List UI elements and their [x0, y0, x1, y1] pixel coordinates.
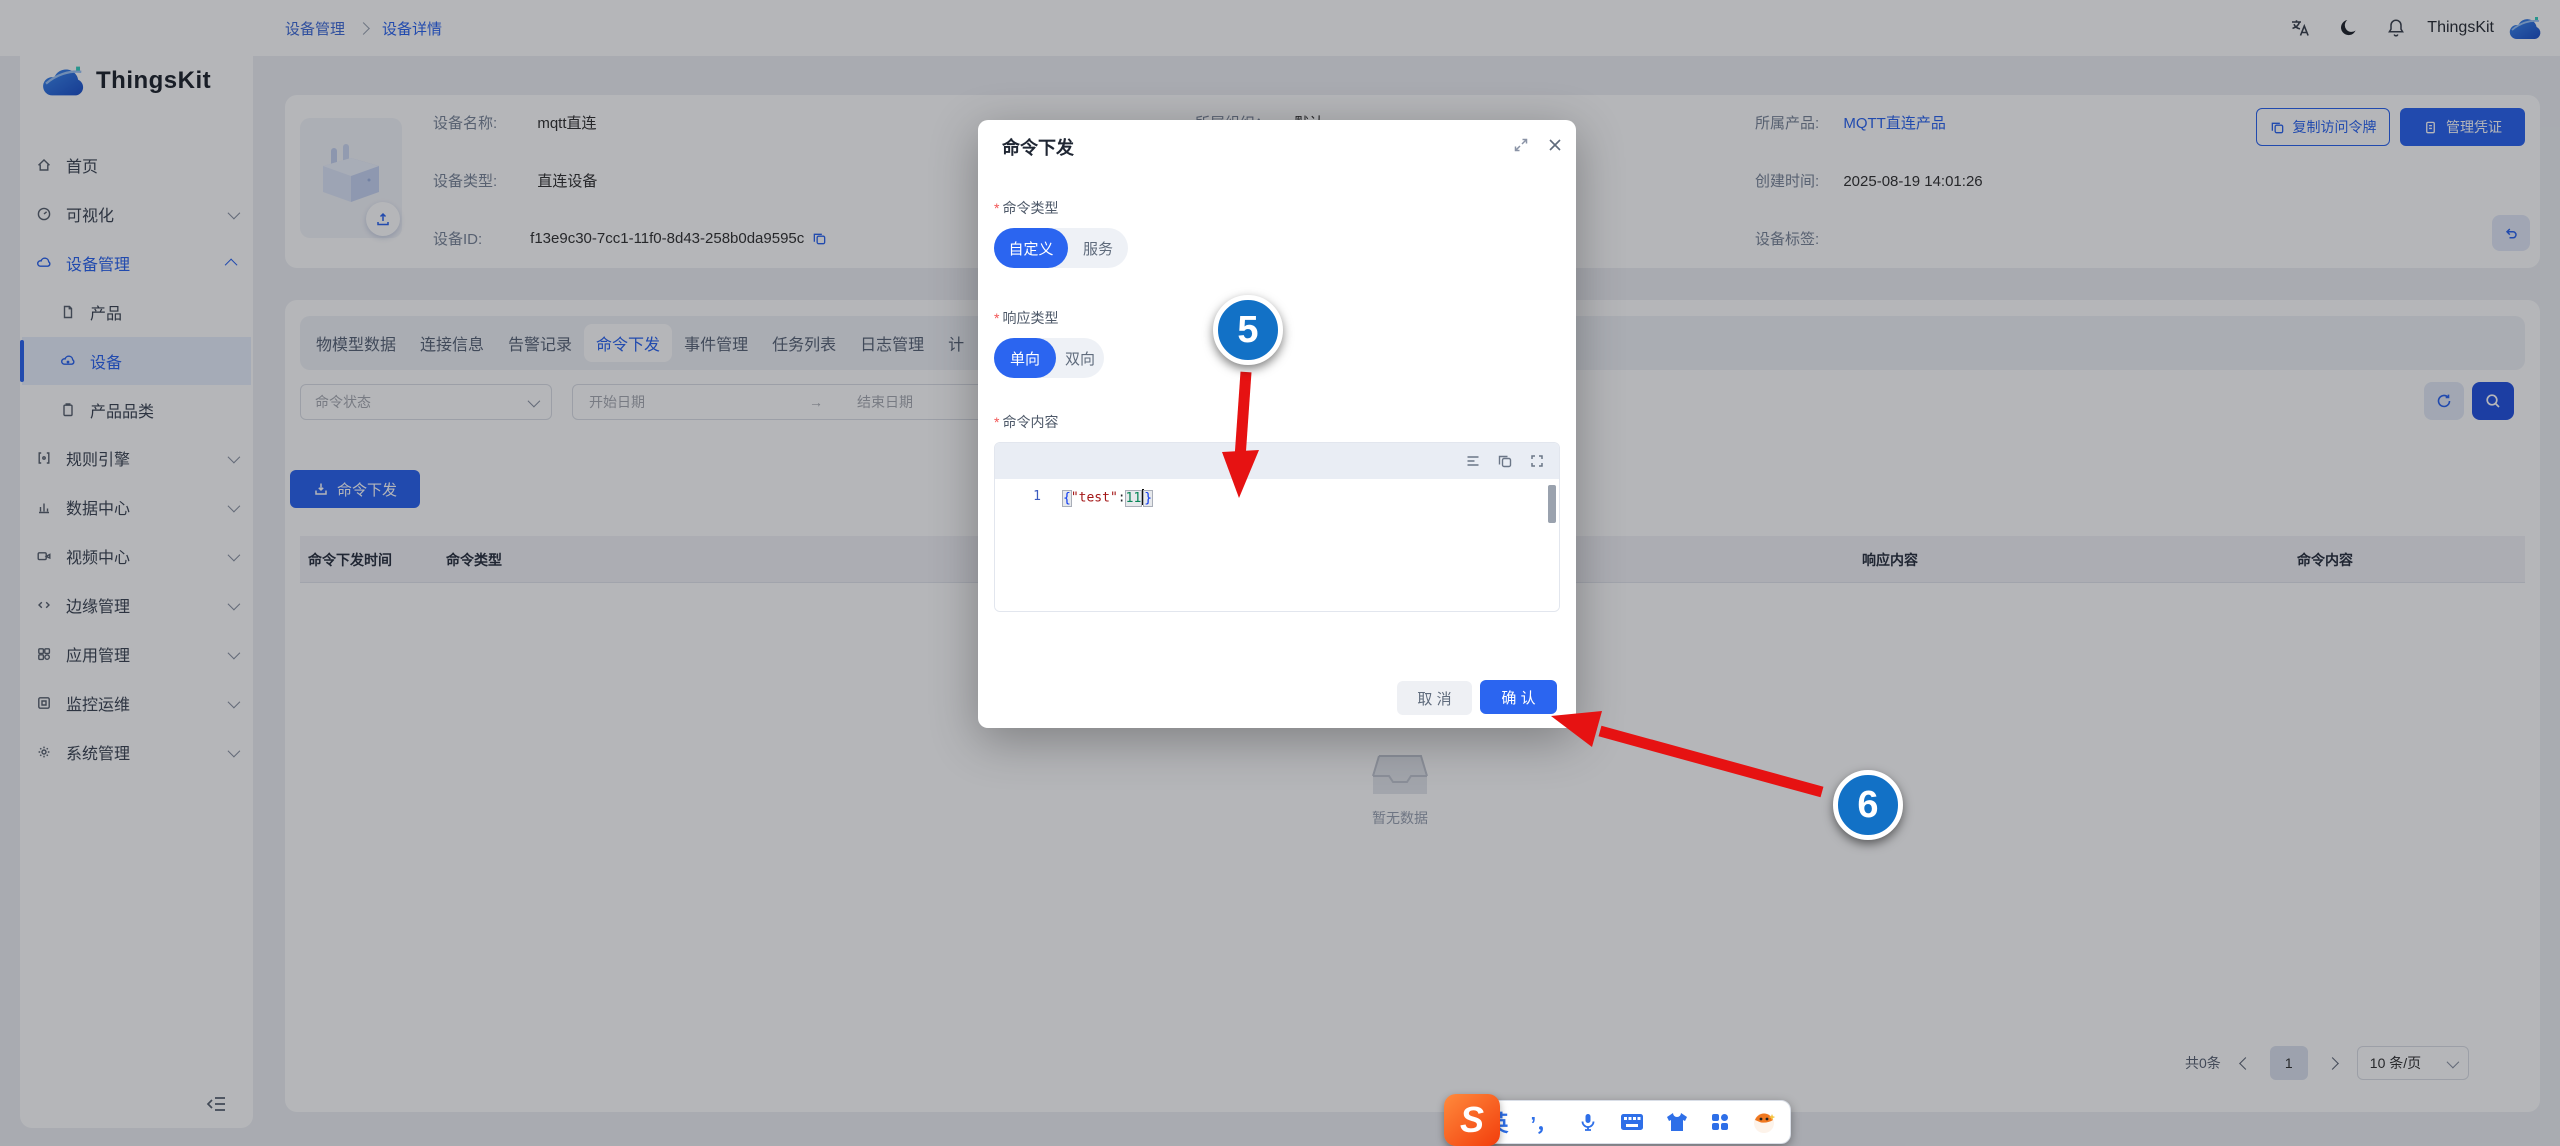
- annotation-step-5: 5: [1213, 295, 1283, 365]
- required-mark: *: [994, 310, 999, 326]
- editor-code-line[interactable]: {"test":11}: [1063, 489, 1152, 507]
- token-value: 11: [1126, 491, 1142, 506]
- sogou-ime-logo[interactable]: S: [1444, 1094, 1500, 1146]
- skin-shirt-icon[interactable]: [1666, 1112, 1688, 1132]
- editor-line-number: 1: [995, 489, 1041, 504]
- confirm-button[interactable]: 确 认: [1480, 680, 1557, 714]
- editor-toolbar: [995, 443, 1559, 479]
- editor-fullscreen-icon[interactable]: [1529, 453, 1545, 469]
- command-type-service-option[interactable]: 服务: [1068, 228, 1128, 268]
- token-open-brace: {: [1063, 491, 1071, 506]
- required-mark: *: [994, 414, 999, 430]
- cancel-button[interactable]: 取 消: [1397, 681, 1472, 715]
- annotation-step-6: 6: [1833, 770, 1903, 840]
- copy-content-icon[interactable]: [1497, 453, 1513, 469]
- command-type-label: *命令类型: [994, 198, 1058, 218]
- modal-title: 命令下发: [1002, 134, 1074, 160]
- command-dispatch-modal: 命令下发 *命令类型 自定义 服务 *响应类型 单向 双向 *命令内容: [978, 120, 1576, 728]
- app-root: 设备管理 设备详情 ThingsKit: [0, 0, 2560, 1146]
- command-type-custom-option[interactable]: 自定义: [994, 228, 1068, 268]
- command-content-editor[interactable]: 1 {"test":11}: [994, 442, 1560, 612]
- response-type-oneway-option[interactable]: 单向: [994, 338, 1056, 378]
- keyboard-icon[interactable]: [1620, 1113, 1644, 1131]
- modal-close-icon[interactable]: [1546, 136, 1564, 154]
- required-mark: *: [994, 200, 999, 216]
- microphone-icon[interactable]: [1578, 1112, 1598, 1132]
- editor-body[interactable]: 1 {"test":11}: [995, 479, 1559, 611]
- token-key: "test": [1071, 491, 1118, 506]
- response-type-twoway-option[interactable]: 双向: [1056, 338, 1104, 378]
- response-type-segment: 单向 双向: [994, 338, 1104, 378]
- emoji-assistant-icon[interactable]: [1752, 1110, 1778, 1134]
- response-type-label: *响应类型: [994, 308, 1058, 328]
- format-lines-icon[interactable]: [1465, 453, 1481, 469]
- editor-scrollbar[interactable]: [1548, 485, 1556, 523]
- command-content-label: *命令内容: [994, 412, 1058, 432]
- modal-fullscreen-icon[interactable]: [1512, 136, 1530, 154]
- token-colon: :: [1118, 491, 1126, 506]
- ime-toolbar: 英 ’，: [1455, 1100, 1791, 1144]
- command-type-segment: 自定义 服务: [994, 228, 1128, 268]
- toolbox-grid-icon[interactable]: [1710, 1112, 1730, 1132]
- token-close-brace: }: [1144, 491, 1152, 506]
- ime-punctuation-icon[interactable]: ’，: [1530, 1108, 1556, 1137]
